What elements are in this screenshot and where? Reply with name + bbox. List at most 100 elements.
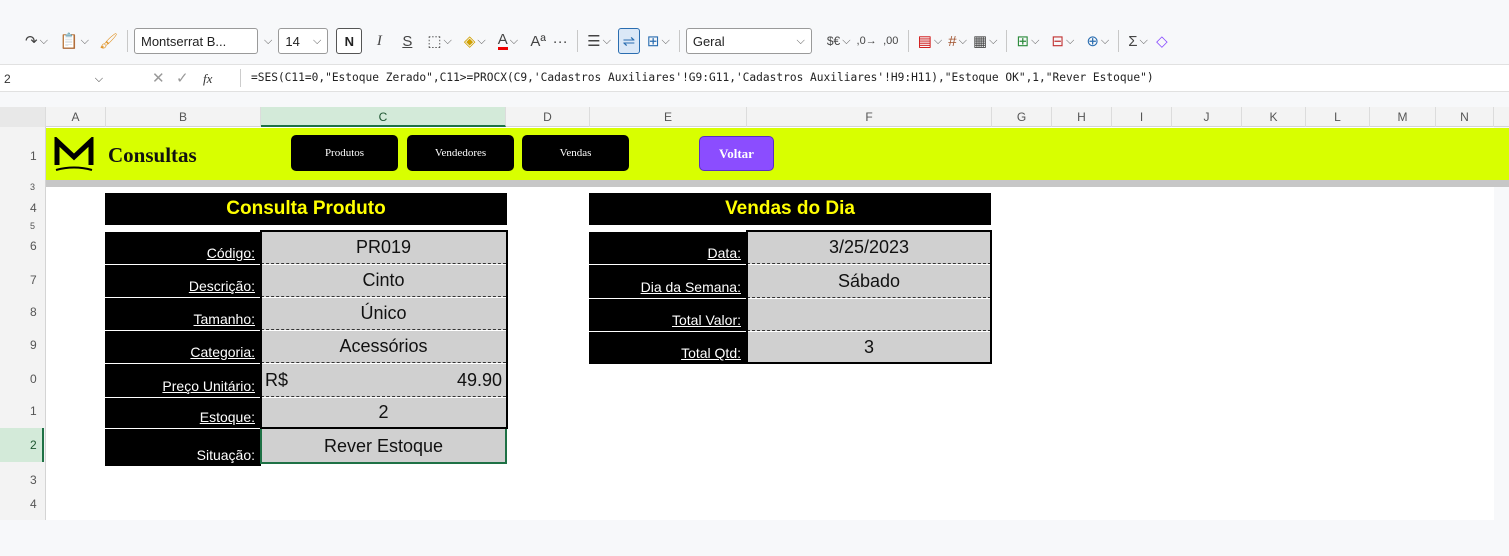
column-header[interactable]: A [46,107,106,127]
preco-amount: 49.90 [456,369,502,390]
strikethrough-button[interactable]: S [396,28,418,54]
currency-symbol: R$ [265,369,289,390]
codigo-value[interactable]: PR019 [261,232,506,264]
format-painter-icon[interactable]: 🖌 [96,28,121,54]
superscript-button[interactable]: Aª [527,28,549,54]
number-format-select[interactable]: Geral ⌵ [685,28,812,54]
column-header[interactable]: D [506,107,590,127]
row-header[interactable]: 7 [0,273,44,287]
row-header[interactable]: 9 [0,338,44,352]
descricao-value[interactable]: Cinto [261,265,506,297]
situacao-value[interactable]: Rever Estoque [261,429,506,463]
dia-semana-label: Dia da Semana: [589,265,747,298]
total-valor-value[interactable] [747,299,991,331]
row-header[interactable]: 0 [0,372,44,386]
codigo-label: Código: [105,232,261,264]
format-cells-icon[interactable]: ⊕ ⌵ [1083,28,1112,54]
situacao-label: Situação: [105,429,261,466]
column-header[interactable]: H [1052,107,1112,127]
column-headers: A B C D E F G H I J K L M N [0,107,1509,127]
column-header[interactable]: K [1242,107,1306,127]
row-header[interactable]: 4 [0,497,44,511]
align-icon[interactable]: ☰ ⌵ [584,28,614,54]
estoque-label: Estoque: [105,398,261,428]
conditional-format-icon[interactable]: ▤ ⌵ [915,28,946,54]
row-header[interactable]: 5 [0,221,44,231]
insert-function-button[interactable]: fx [203,71,212,87]
more-icon[interactable]: ··· [549,28,571,54]
dia-semana-value[interactable]: Sábado [747,265,991,298]
produto-panel-title: Consulta Produto [105,193,507,225]
borders-icon[interactable]: ⬚ ⌵ [424,28,455,54]
column-header-selected[interactable]: C [261,107,506,127]
font-color-icon[interactable]: A ⌵ [495,28,521,54]
delete-cells-icon[interactable]: ⊟ ⌵ [1048,28,1077,54]
currency-icon[interactable]: $€ ⌵ [824,28,854,54]
merge-cells-icon[interactable]: ⊞ ⌵ [644,28,673,54]
font-name-caret-icon[interactable]: ⌵ [264,35,272,48]
preco-label: Preço Unitário: [105,364,261,397]
bold-button[interactable]: N [336,28,363,54]
categoria-value[interactable]: Acessórios [261,331,506,363]
nav-produtos-button[interactable]: Produtos [291,135,398,171]
font-size-select[interactable]: 14 ⌵ [278,28,329,54]
categoria-label: Categoria: [105,331,261,363]
column-header[interactable]: N [1436,107,1494,127]
decrease-decimal-icon[interactable]: ,00 [880,28,902,54]
italic-button[interactable]: I [368,28,390,54]
row-header-selected[interactable]: 2 [0,428,44,462]
cancel-formula-icon[interactable]: ✕ [152,69,165,87]
eraser-icon[interactable]: ◇ [1151,28,1173,54]
logo-m-icon [54,137,94,171]
row-header[interactable]: 4 [0,201,44,215]
row-headers: 1 3 4 5 6 7 8 9 0 1 2 3 4 [0,127,46,520]
tamanho-value[interactable]: Único [261,298,506,330]
preco-value[interactable]: R$ 49.90 [261,364,506,397]
row-header[interactable]: 1 [0,404,44,418]
column-header[interactable]: L [1306,107,1370,127]
total-qtd-label: Total Qtd: [589,332,747,364]
increase-decimal-icon[interactable]: ,0→ [854,28,880,54]
data-value[interactable]: 3/25/2023 [747,232,991,264]
confirm-formula-icon[interactable]: ✓ [176,69,189,87]
select-all-corner[interactable] [0,107,46,127]
column-header[interactable]: B [106,107,261,127]
column-header[interactable]: G [992,107,1052,127]
descricao-label: Descrição: [105,265,261,297]
tamanho-label: Tamanho: [105,298,261,330]
font-name-select[interactable]: Montserrat B... [134,28,258,54]
fill-color-icon[interactable]: ◈ ⌵ [461,28,489,54]
header-banner [46,128,1509,180]
redo-icon[interactable]: ↷ ⌵ [22,28,51,54]
ribbon-toolbar: ↷ ⌵ 📋 ⌵ 🖌 Montserrat B... ⌵ 14 ⌵ N I S ⬚ ⌵ ◈… [0,0,1509,72]
row-header[interactable]: 3 [0,473,44,487]
autosum-icon[interactable]: Σ ⌵ [1125,28,1151,54]
formula-bar: 2 ⌵ ✕ ✓ fx =SES(C11=0,"Estoque Zerado",C1… [0,64,1509,92]
formula-input[interactable]: =SES(C11=0,"Estoque Zerado",C11>=PROCX(C… [251,71,1154,84]
row-header[interactable]: 3 [0,182,44,192]
row-header[interactable]: 1 [0,149,44,163]
data-label: Data: [589,232,747,264]
paste-icon[interactable]: 📋 ⌵ [57,28,92,54]
app-title: Consultas [108,143,197,167]
column-header[interactable]: J [1172,107,1242,127]
row-header[interactable]: 6 [0,239,44,253]
total-valor-label: Total Valor: [589,299,747,331]
row-header[interactable]: 8 [0,305,44,319]
column-header[interactable]: E [590,107,747,127]
banner-divider [46,180,1509,187]
cell-styles-icon[interactable]: ▦ ⌵ [970,28,1001,54]
column-header[interactable]: F [747,107,992,127]
back-button[interactable]: Voltar [699,136,774,171]
total-qtd-value[interactable]: 3 [747,332,991,362]
column-header[interactable]: M [1370,107,1436,127]
table-format-icon[interactable]: # ⌵ [945,28,970,54]
column-header[interactable]: I [1112,107,1172,127]
nav-vendas-button[interactable]: Vendas [522,135,629,171]
name-box[interactable]: 2 ⌵ [0,68,136,90]
insert-cells-icon[interactable]: ⊞ ⌵ [1013,28,1042,54]
nav-vendedores-button[interactable]: Vendedores [407,135,514,171]
vendas-panel-title: Vendas do Dia [589,193,991,225]
estoque-value[interactable]: 2 [261,398,506,428]
wrap-text-icon[interactable]: ⇌ [617,28,640,54]
